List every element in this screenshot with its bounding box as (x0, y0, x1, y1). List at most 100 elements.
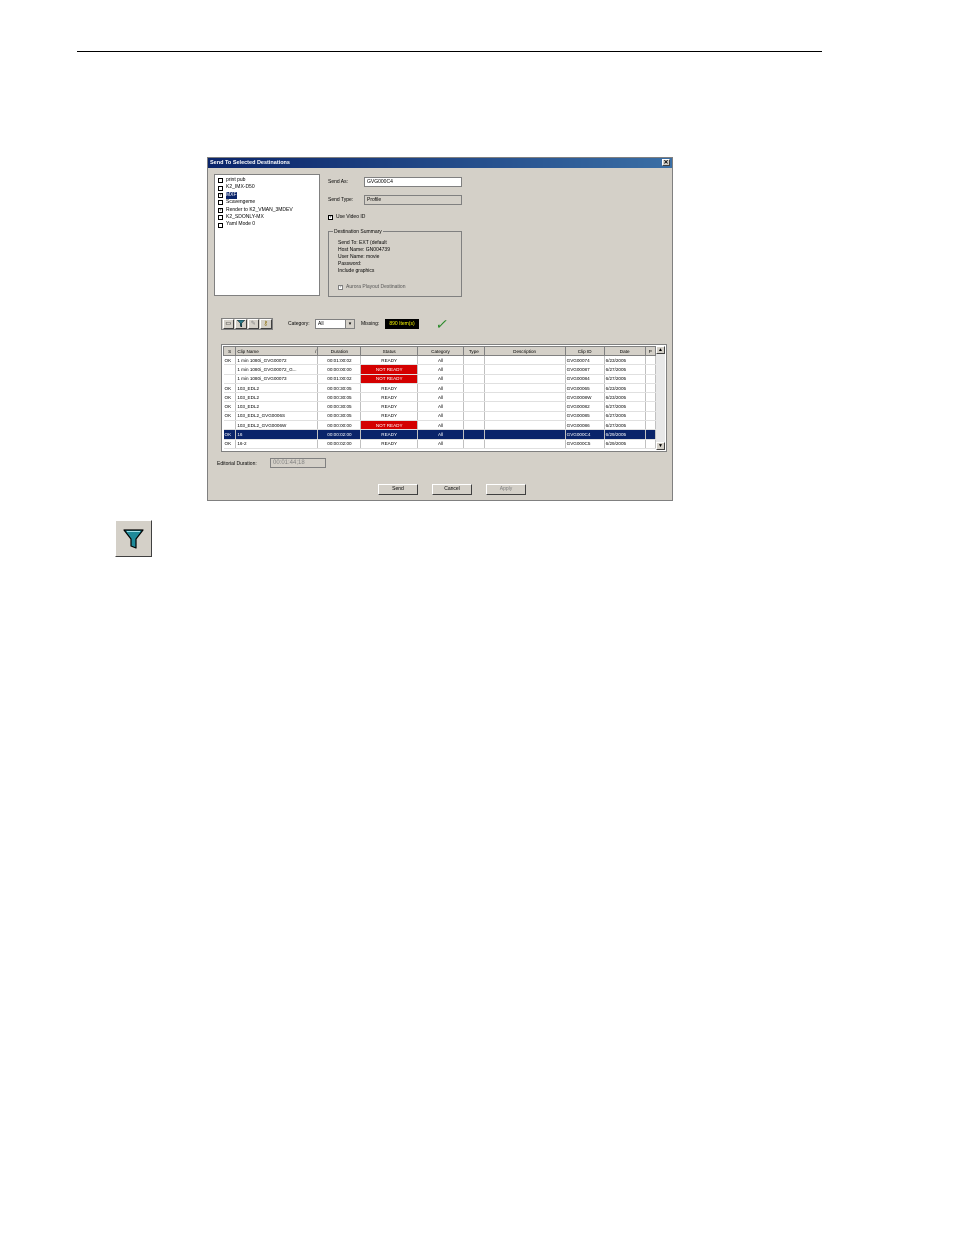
table-row[interactable]: OK 1 min 1080i_GVG00072 00:01:00:02 READY Al… (223, 355, 657, 366)
destination-item[interactable]: K2_IMX-D50 (218, 184, 316, 191)
key-icon[interactable]: ⚷ (260, 319, 272, 329)
table-cell (463, 392, 485, 403)
aurora-option[interactable]: ✓ Aurora Playout Destination (338, 284, 405, 290)
window-icon[interactable]: ▭ (222, 319, 234, 329)
table-row[interactable]: OK 103_EDL2 00:00:30:05 READY All GVG00082 6/2… (223, 401, 657, 412)
table-cell: GVG00086 (565, 420, 605, 431)
table-row[interactable]: OK 103_EDL2 00:00:30:05 READY All GVG00065 6/2… (223, 383, 657, 394)
cancel-button[interactable]: Cancel (432, 484, 472, 495)
table-cell: 00:00:30:05 (317, 401, 362, 412)
summary-line: Password: (338, 261, 362, 267)
destination-checkbox[interactable] (218, 215, 223, 221)
missing-count: 890 Item(s) (385, 319, 419, 329)
category-select[interactable]: All ▾ (315, 319, 355, 329)
table-cell (645, 401, 657, 412)
table-cell: 00:00:30:05 (317, 383, 362, 394)
chevron-down-icon[interactable]: ▾ (345, 320, 354, 328)
apply-button[interactable]: Apply (486, 484, 526, 495)
summary-line: Host Name: GN004739 (338, 247, 390, 253)
destination-item[interactable]: ✓ MXF (218, 191, 316, 200)
table-cell (463, 439, 485, 449)
column-header[interactable]: Description (483, 346, 566, 356)
table-cell: OK (223, 401, 237, 412)
use-video-id-checkbox[interactable]: ✓ (328, 214, 333, 220)
aurora-checkbox[interactable]: ✓ (338, 284, 343, 290)
summary-title: Destination Summary (333, 229, 383, 235)
destination-summary: Destination Summary Send To: EXT (defaul… (328, 229, 462, 297)
table-cell: 6/27/2005 (604, 420, 646, 431)
table-cell: GVG00085 (565, 411, 605, 422)
table-cell (463, 429, 485, 440)
table-cell: OK (223, 383, 237, 394)
scroll-up-icon[interactable]: ▲ (656, 346, 665, 354)
table-cell: 00:01:00:02 (317, 374, 362, 384)
table-cell: All (417, 420, 465, 431)
destination-item[interactable]: ✓ Render to K2_VMAN_3MDEV (218, 207, 316, 214)
editorial-duration-field: 00:01:44;18 (270, 458, 326, 468)
table-cell (223, 364, 237, 375)
table-cell: READY (360, 401, 418, 412)
destination-checkbox[interactable] (218, 200, 223, 206)
column-header[interactable]: Duration (317, 346, 362, 356)
column-header[interactable]: Clip Name / (235, 346, 319, 356)
table-cell: GVG000C5 (565, 439, 605, 449)
table-cell (463, 383, 485, 394)
scroll-down-icon[interactable]: ▼ (656, 442, 665, 450)
table-row[interactable]: OK 16-2 00:00:02:00 READY All GVG000C5 6/29/20… (223, 439, 657, 449)
table-row[interactable]: 103_EDL2_GVG0006W 00:00:00:00 NOT READY All… (223, 420, 657, 431)
table-cell: READY (360, 355, 418, 366)
destination-checkbox[interactable]: ✓ (218, 207, 223, 213)
table-cell: 6/27/2005 (604, 411, 646, 422)
table-scrollbar[interactable]: ▲ ▼ (656, 346, 665, 450)
pencil-icon[interactable]: ✎ (247, 319, 259, 329)
table-row[interactable]: 1 min 1080i_GVG00073 00:01:00:02 NOT READY… (223, 374, 657, 384)
table-cell: OK (223, 439, 237, 449)
table-cell: 6/23/2005 (604, 355, 646, 366)
column-header[interactable]: Status (360, 346, 418, 356)
destination-checkbox[interactable] (218, 185, 223, 191)
table-cell: OK (223, 411, 237, 422)
table-cell: 103_EDL2 (235, 392, 319, 403)
destination-item[interactable]: Scavengeme (218, 199, 316, 206)
column-header[interactable]: P (644, 346, 657, 356)
send-as-input[interactable]: GVG000C4 (364, 177, 462, 187)
destination-list[interactable]: print pub K2_IMX-D50 ✓ MXF Scavengeme ✓ Render… (214, 174, 320, 296)
table-cell (484, 411, 566, 422)
table-cell (223, 374, 237, 384)
column-header[interactable]: S (222, 346, 237, 356)
use-video-id-option[interactable]: ✓ Use Video ID (328, 214, 365, 220)
table-cell (463, 420, 485, 431)
table-cell: NOT READY (360, 364, 418, 375)
column-header[interactable]: Category (416, 346, 465, 356)
destination-checkbox[interactable] (218, 178, 223, 184)
table-cell: 1 min 1080i_GVG00073 (235, 374, 319, 384)
table-cell (484, 439, 566, 449)
table-cell: 6/29/2005 (604, 429, 646, 440)
table-row[interactable]: OK 103_EDL2 00:00:30:05 READY All GVG0008W 6/2… (223, 392, 657, 403)
column-header[interactable]: Clip ID (564, 346, 605, 356)
table-row[interactable]: 1 min 1080i_GVG00072_G... 00:00:00:00 NOT … (223, 364, 657, 375)
destination-item[interactable]: Yaml Mode 0 (218, 221, 316, 228)
table-cell: GVG00074 (565, 355, 605, 366)
table-row[interactable]: OK 103_EDL2_GVG0006S 00:00:30:05 READY All GV… (223, 411, 657, 422)
table-cell (463, 355, 485, 366)
column-header-label: Type (468, 348, 479, 354)
destination-checkbox[interactable]: ✓ (218, 192, 223, 198)
destination-item[interactable]: K2_SDONLY-MX (218, 214, 316, 221)
table-cell (484, 392, 566, 403)
table-cell (484, 374, 566, 384)
table-cell (645, 355, 657, 366)
column-header[interactable]: Type (463, 346, 485, 356)
table-row[interactable]: OK 16 00:00:02:00 READY All GVG000C4 6/29/2005 (223, 429, 657, 440)
destination-checkbox[interactable] (218, 222, 223, 228)
column-header[interactable]: Date (603, 346, 646, 356)
table-cell: All (417, 374, 465, 384)
close-button[interactable]: ✕ (662, 159, 670, 166)
send-button[interactable]: Send (378, 484, 418, 495)
table-cell: GVG00087 (565, 364, 605, 375)
send-to-dialog: Send To Selected Destinations ✕ print pu… (207, 157, 673, 501)
filter-icon[interactable] (235, 319, 247, 329)
destination-item[interactable]: print pub (218, 177, 316, 184)
table-cell: All (417, 364, 465, 375)
table-cell (463, 401, 485, 412)
